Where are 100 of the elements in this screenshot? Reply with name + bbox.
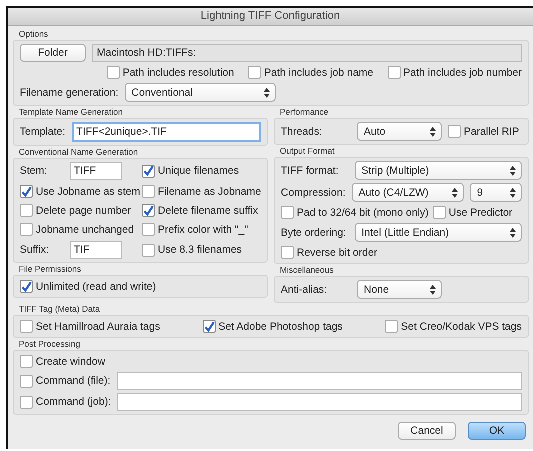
checkbox[interactable]: Unique filenames <box>142 162 262 180</box>
checkbox-label: Delete filename suffix <box>158 204 258 216</box>
checkbox-box[interactable] <box>20 223 33 236</box>
checkbox-box[interactable] <box>20 374 33 388</box>
checkbox-box[interactable] <box>106 66 120 79</box>
checkbox[interactable]: Filename as Jobname <box>142 184 262 199</box>
checkmark-icon <box>21 280 32 292</box>
checkbox-label: Reverse bit order <box>297 246 378 258</box>
section-title: Performance <box>279 106 330 118</box>
checkbox-label: Pad to 32/64 bit (mono only) <box>297 206 429 218</box>
checkbox-label: Parallel RIP <box>464 126 520 138</box>
stepper-arrows-icon <box>510 188 516 198</box>
checkbox-box[interactable] <box>20 320 33 333</box>
checkmark-icon <box>21 186 32 198</box>
field-label: TIFF format: <box>281 164 340 176</box>
checkbox-label: Use Jobname as stem <box>36 186 140 198</box>
checkbox-label: Set Adobe Photoshop tags <box>218 320 343 332</box>
checkbox-label: Prefix color with "_" <box>158 224 248 236</box>
command-field[interactable] <box>116 372 522 390</box>
checkbox-label: Create window <box>36 356 106 368</box>
checkbox-box[interactable] <box>20 280 33 293</box>
section-title: Conventional Name Generation <box>18 146 140 158</box>
dropdown[interactable]: Auto <box>357 122 442 141</box>
field-label: Filename generation: <box>20 86 119 98</box>
checkbox-box[interactable] <box>142 185 155 198</box>
checkbox[interactable]: Pad to 32/64 bit (mono only) <box>281 205 429 220</box>
checkbox-box[interactable] <box>20 204 33 217</box>
checkbox[interactable]: Unlimited (read and write) <box>20 279 261 294</box>
checkbox-box[interactable] <box>281 246 294 259</box>
stepper-arrows-icon <box>430 126 436 136</box>
field-label: Byte ordering: <box>281 226 348 238</box>
checkbox-box[interactable] <box>20 355 33 368</box>
checkbox[interactable]: Prefix color with "_" <box>142 222 262 237</box>
checkbox-box[interactable] <box>448 125 461 138</box>
section-title: Options <box>18 28 50 40</box>
checkbox-box[interactable] <box>388 66 400 79</box>
checkbox[interactable]: Path includes job name <box>248 65 374 80</box>
checkbox-box[interactable] <box>20 185 33 198</box>
checkbox-box[interactable] <box>20 396 33 408</box>
checkbox[interactable]: Create window <box>20 354 522 369</box>
stepper-arrows-icon <box>264 88 270 98</box>
checkbox-box[interactable] <box>248 66 262 79</box>
section-title: TIFF Tag (Meta) Data <box>18 303 102 315</box>
section-title: Template Name Generation <box>18 106 124 118</box>
command-field[interactable] <box>117 393 522 411</box>
checkbox[interactable]: Use 8.3 filenames <box>142 241 262 259</box>
cancel-button[interactable]: Cancel <box>398 422 456 440</box>
checkbox-label: Path includes job name <box>264 66 374 78</box>
checkbox-label: Delete page number <box>36 204 132 216</box>
stepper-arrows-icon <box>510 166 516 176</box>
checkbox-label: Unique filenames <box>158 165 240 177</box>
dropdown[interactable]: Intel (Little Endian) <box>354 223 522 242</box>
checkbox[interactable]: Delete filename suffix <box>142 203 262 218</box>
checkbox[interactable]: Use Predictor <box>432 205 513 220</box>
checkbox[interactable]: Set Creo/Kodak VPS tags <box>385 319 522 334</box>
checkbox[interactable]: Command (file): <box>20 374 111 388</box>
checkbox-label: Use 8.3 filenames <box>158 244 242 256</box>
checkbox-box[interactable] <box>281 206 294 219</box>
ok-button[interactable]: OK <box>468 422 526 440</box>
checkbox-box[interactable] <box>142 204 155 217</box>
checkbox-box[interactable] <box>385 320 398 333</box>
checkbox-box[interactable] <box>142 244 155 256</box>
checkbox[interactable]: Parallel RIP <box>448 124 520 139</box>
checkbox-label: Path includes resolution <box>122 66 234 78</box>
section-title: Output Format <box>279 145 336 157</box>
checkbox[interactable]: Set Hamillroad Auraia tags <box>20 319 160 334</box>
window-title: Lightning TIFF Configuration <box>200 10 340 22</box>
checkbox-label: Set Hamillroad Auraia tags <box>36 320 160 332</box>
input-field[interactable]: TIFF <box>70 162 122 180</box>
checkbox[interactable]: Command (job): <box>20 394 112 410</box>
checkbox[interactable]: Use Jobname as stem <box>20 184 138 199</box>
checkmark-icon <box>143 165 154 177</box>
checkmark-icon <box>204 320 215 332</box>
dropdown[interactable]: None <box>357 280 442 299</box>
checkbox-label: Set Creo/Kodak VPS tags <box>401 320 522 332</box>
template-field[interactable]: TIFF<2unique>.TIF <box>72 122 261 142</box>
checkbox[interactable]: Reverse bit order <box>281 245 522 260</box>
checkbox-box[interactable] <box>432 206 446 219</box>
input-field[interactable]: TIF <box>70 241 122 259</box>
checkbox-label: Filename as Jobname <box>158 186 262 198</box>
dropdown[interactable]: Conventional <box>124 83 276 102</box>
checkbox[interactable]: Path includes resolution <box>106 65 234 80</box>
checkbox[interactable]: Delete page number <box>20 203 138 218</box>
field-label: Threads: <box>281 126 324 138</box>
dropdown[interactable]: Strip (Multiple) <box>354 161 522 180</box>
dropdown[interactable]: 9 <box>470 183 522 202</box>
checkbox-box[interactable] <box>142 164 155 178</box>
checkbox[interactable]: Path includes job number <box>388 65 522 80</box>
field-label: Stem: <box>20 165 48 177</box>
checkbox-box[interactable] <box>142 223 155 236</box>
field-label: Suffix: <box>20 244 50 256</box>
folder-button[interactable]: Folder <box>20 44 86 62</box>
checkbox[interactable]: Set Adobe Photoshop tags <box>202 319 343 334</box>
checkbox-label: Use Predictor <box>448 206 513 218</box>
field-label: Compression: <box>281 186 346 198</box>
stepper-arrows-icon <box>452 188 458 198</box>
dropdown[interactable]: Auto (C4/LZW) <box>352 183 464 202</box>
checkbox-box[interactable] <box>202 320 216 333</box>
field-label: Anti-alias: <box>281 284 328 296</box>
checkbox[interactable]: Jobname unchanged <box>20 222 138 237</box>
